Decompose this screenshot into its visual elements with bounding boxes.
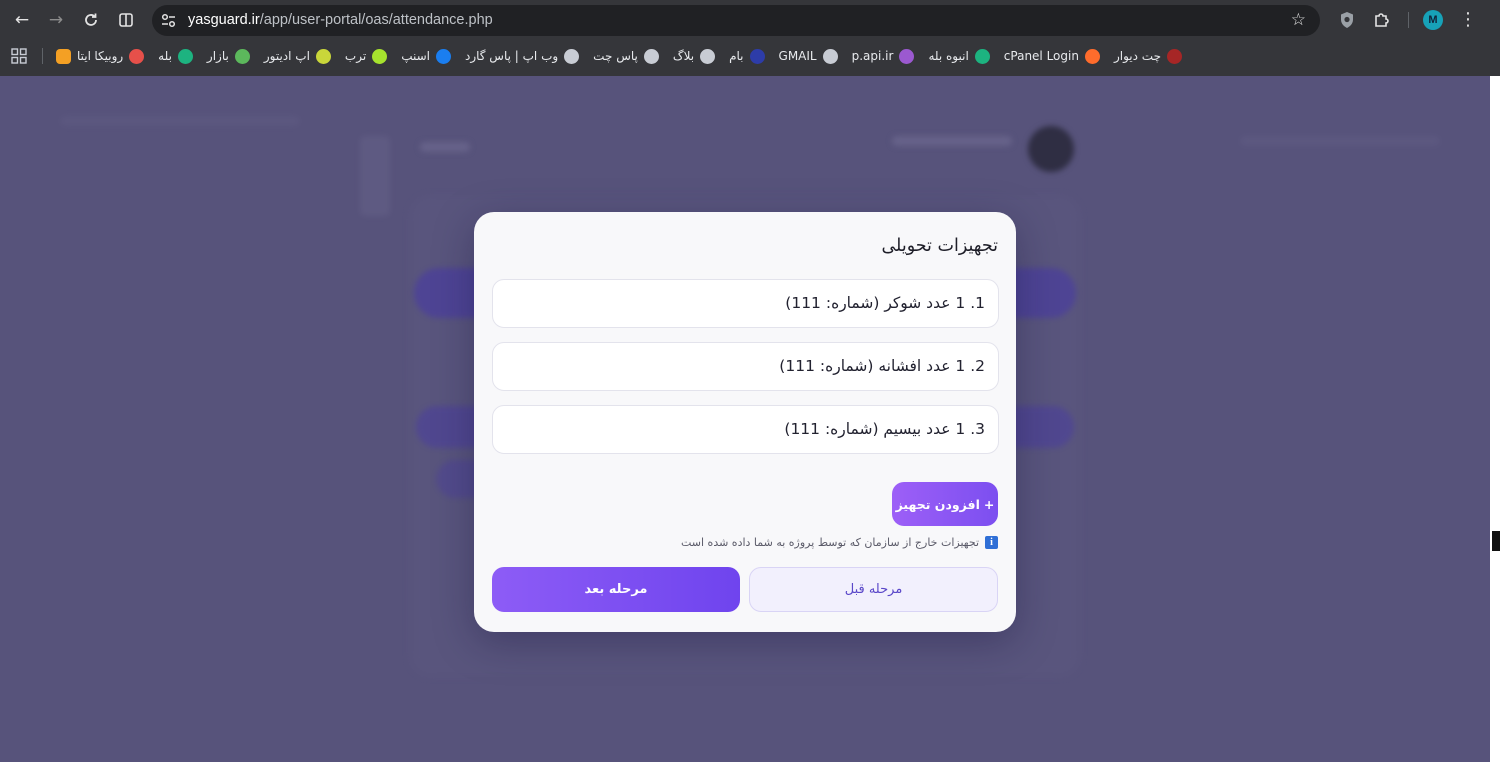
bookmark-item[interactable]: cPanel Login [1004,40,1100,72]
bookmarks-bar: چت دیوار cPanel Login انبوه بله p.api.ir GMA… [0,40,1500,72]
browser-chrome: ← → yasguard.ir/app/user-portal/oas/atte… [0,0,1500,76]
rubika-icon [129,48,145,64]
equipment-item[interactable]: 1. 1 عدد شوکر (شماره: 111) [492,279,999,328]
bookmark-item[interactable]: وب اپ | پاس گارد [464,40,580,72]
url-path: /app/user-portal/oas/attendance.php [259,12,493,28]
bookmark-item[interactable]: انبوه بله [928,40,990,72]
url-text[interactable]: yasguard.ir/app/user-portal/oas/attendan… [188,5,493,36]
equipment-item[interactable]: 3. 1 عدد بیسیم (شماره: 111) [492,405,999,454]
bookmark-item[interactable]: بازار [207,40,250,72]
equipment-item-text: 3. 1 عدد بیسیم (شماره: 111) [784,420,985,438]
bookmark-item[interactable]: روبیکا [94,40,145,72]
url-host: yasguard.ir [188,12,260,28]
bookmark-label: بام [729,49,744,63]
bookmark-label: اپ ادیتور [263,49,310,63]
bookmark-label: ترب [344,49,367,63]
paschat-icon [643,48,659,64]
equipment-item-text: 1. 1 عدد شوکر (شماره: 111) [785,294,985,312]
bookmark-item[interactable]: بام [729,40,765,72]
add-equipment-label: افزودن تجهیز [895,496,980,512]
equipment-hint: i تجهیزات خارج از سازمان که توسط پروژه ب… [681,534,998,550]
blurred-text-line [60,116,300,126]
snapp-icon [435,48,451,64]
editor-icon [315,48,331,64]
bookmark-item[interactable]: بلاگ [672,40,716,72]
bookmark-item[interactable]: اپ ادیتور [264,40,331,72]
bookmark-label: بازار [206,49,229,63]
shield-extension-icon[interactable] [1337,10,1357,30]
bookmark-label: چت دیوار [1113,49,1161,63]
browser-menu-icon[interactable]: ⋮ [1459,8,1477,32]
next-step-button[interactable]: مرحله بعد [492,567,740,612]
modal-title: تجهیزات تحویلی [881,236,998,256]
equipment-item[interactable]: 2. 1 عدد افشانه (شماره: 111) [492,342,999,391]
blurred-avatar [1028,126,1074,172]
hint-text: تجهیزات خارج از سازمان که توسط پروژه به … [680,535,979,549]
bookmark-item[interactable]: اسنپ [401,40,451,72]
profile-avatar[interactable]: M [1423,10,1443,30]
bookmark-item[interactable]: GMAIL [779,40,838,72]
bookmark-label: اسنپ [401,49,430,63]
bookmark-label: GMAIL [778,49,817,63]
toolbar-divider [1408,12,1409,28]
previous-step-button[interactable]: مرحله قبل [749,567,998,612]
bookmark-item[interactable]: پاس چت [593,40,659,72]
bookmark-label: روبیکا [94,49,124,63]
bookmark-label: پاس چت [593,49,638,63]
blurred-text-line [1240,136,1440,146]
bookmarks-list: چت دیوار cPanel Login انبوه بله p.api.ir GMA… [94,40,1182,72]
equipment-modal: تجهیزات تحویلی 1. 1 عدد شوکر (شماره: 111… [474,212,1016,632]
site-settings-icon[interactable] [160,12,177,29]
blurred-text-line [360,136,390,216]
bazaar-icon [234,48,250,64]
bookmark-label: بله [158,49,172,63]
bookmark-item[interactable]: چت دیوار [1114,40,1182,72]
blog-icon [700,48,716,64]
bookmark-label: p.api.ir [851,49,894,63]
bale-check-icon [974,48,990,64]
window-edge [1490,76,1500,762]
globe-icon [822,48,838,64]
cpanel-icon [1084,48,1100,64]
bookmark-item[interactable]: p.api.ir [852,40,915,72]
extensions-puzzle-icon[interactable] [1372,10,1392,30]
reload-icon[interactable] [79,8,103,32]
browser-toolbar: ← → yasguard.ir/app/user-portal/oas/atte… [0,0,1500,40]
plus-icon: + [983,496,995,512]
bale-icon [177,48,193,64]
bookmark-label: انبوه بله [928,49,969,63]
pasguard-icon [564,48,580,64]
torob-icon [372,48,388,64]
divar-icon [1167,48,1182,64]
bookmark-star-icon[interactable]: ☆ [1291,10,1306,31]
forward-arrow-icon[interactable]: → [44,8,68,32]
blurred-text-line [892,136,1012,146]
equipment-item-text: 2. 1 عدد افشانه (شماره: 111) [779,357,985,375]
add-equipment-button[interactable]: + افزودن تجهیز [892,482,998,526]
bam-icon [749,48,765,64]
info-icon: i [985,535,998,549]
api-icon [899,48,915,64]
bookmark-label: بلاگ [672,49,695,63]
bookmark-label: وب اپ | پاس گارد [464,49,559,63]
bookmark-item[interactable]: بله [158,40,193,72]
edge-mark [1492,531,1500,551]
bookmark-label: cPanel Login [1003,49,1079,63]
bookmark-item[interactable]: ترب [344,40,388,72]
blurred-text-line [420,142,470,152]
back-arrow-icon[interactable]: ← [10,8,34,32]
split-view-icon[interactable] [114,8,138,32]
address-bar[interactable]: yasguard.ir/app/user-portal/oas/attendan… [152,5,1320,36]
